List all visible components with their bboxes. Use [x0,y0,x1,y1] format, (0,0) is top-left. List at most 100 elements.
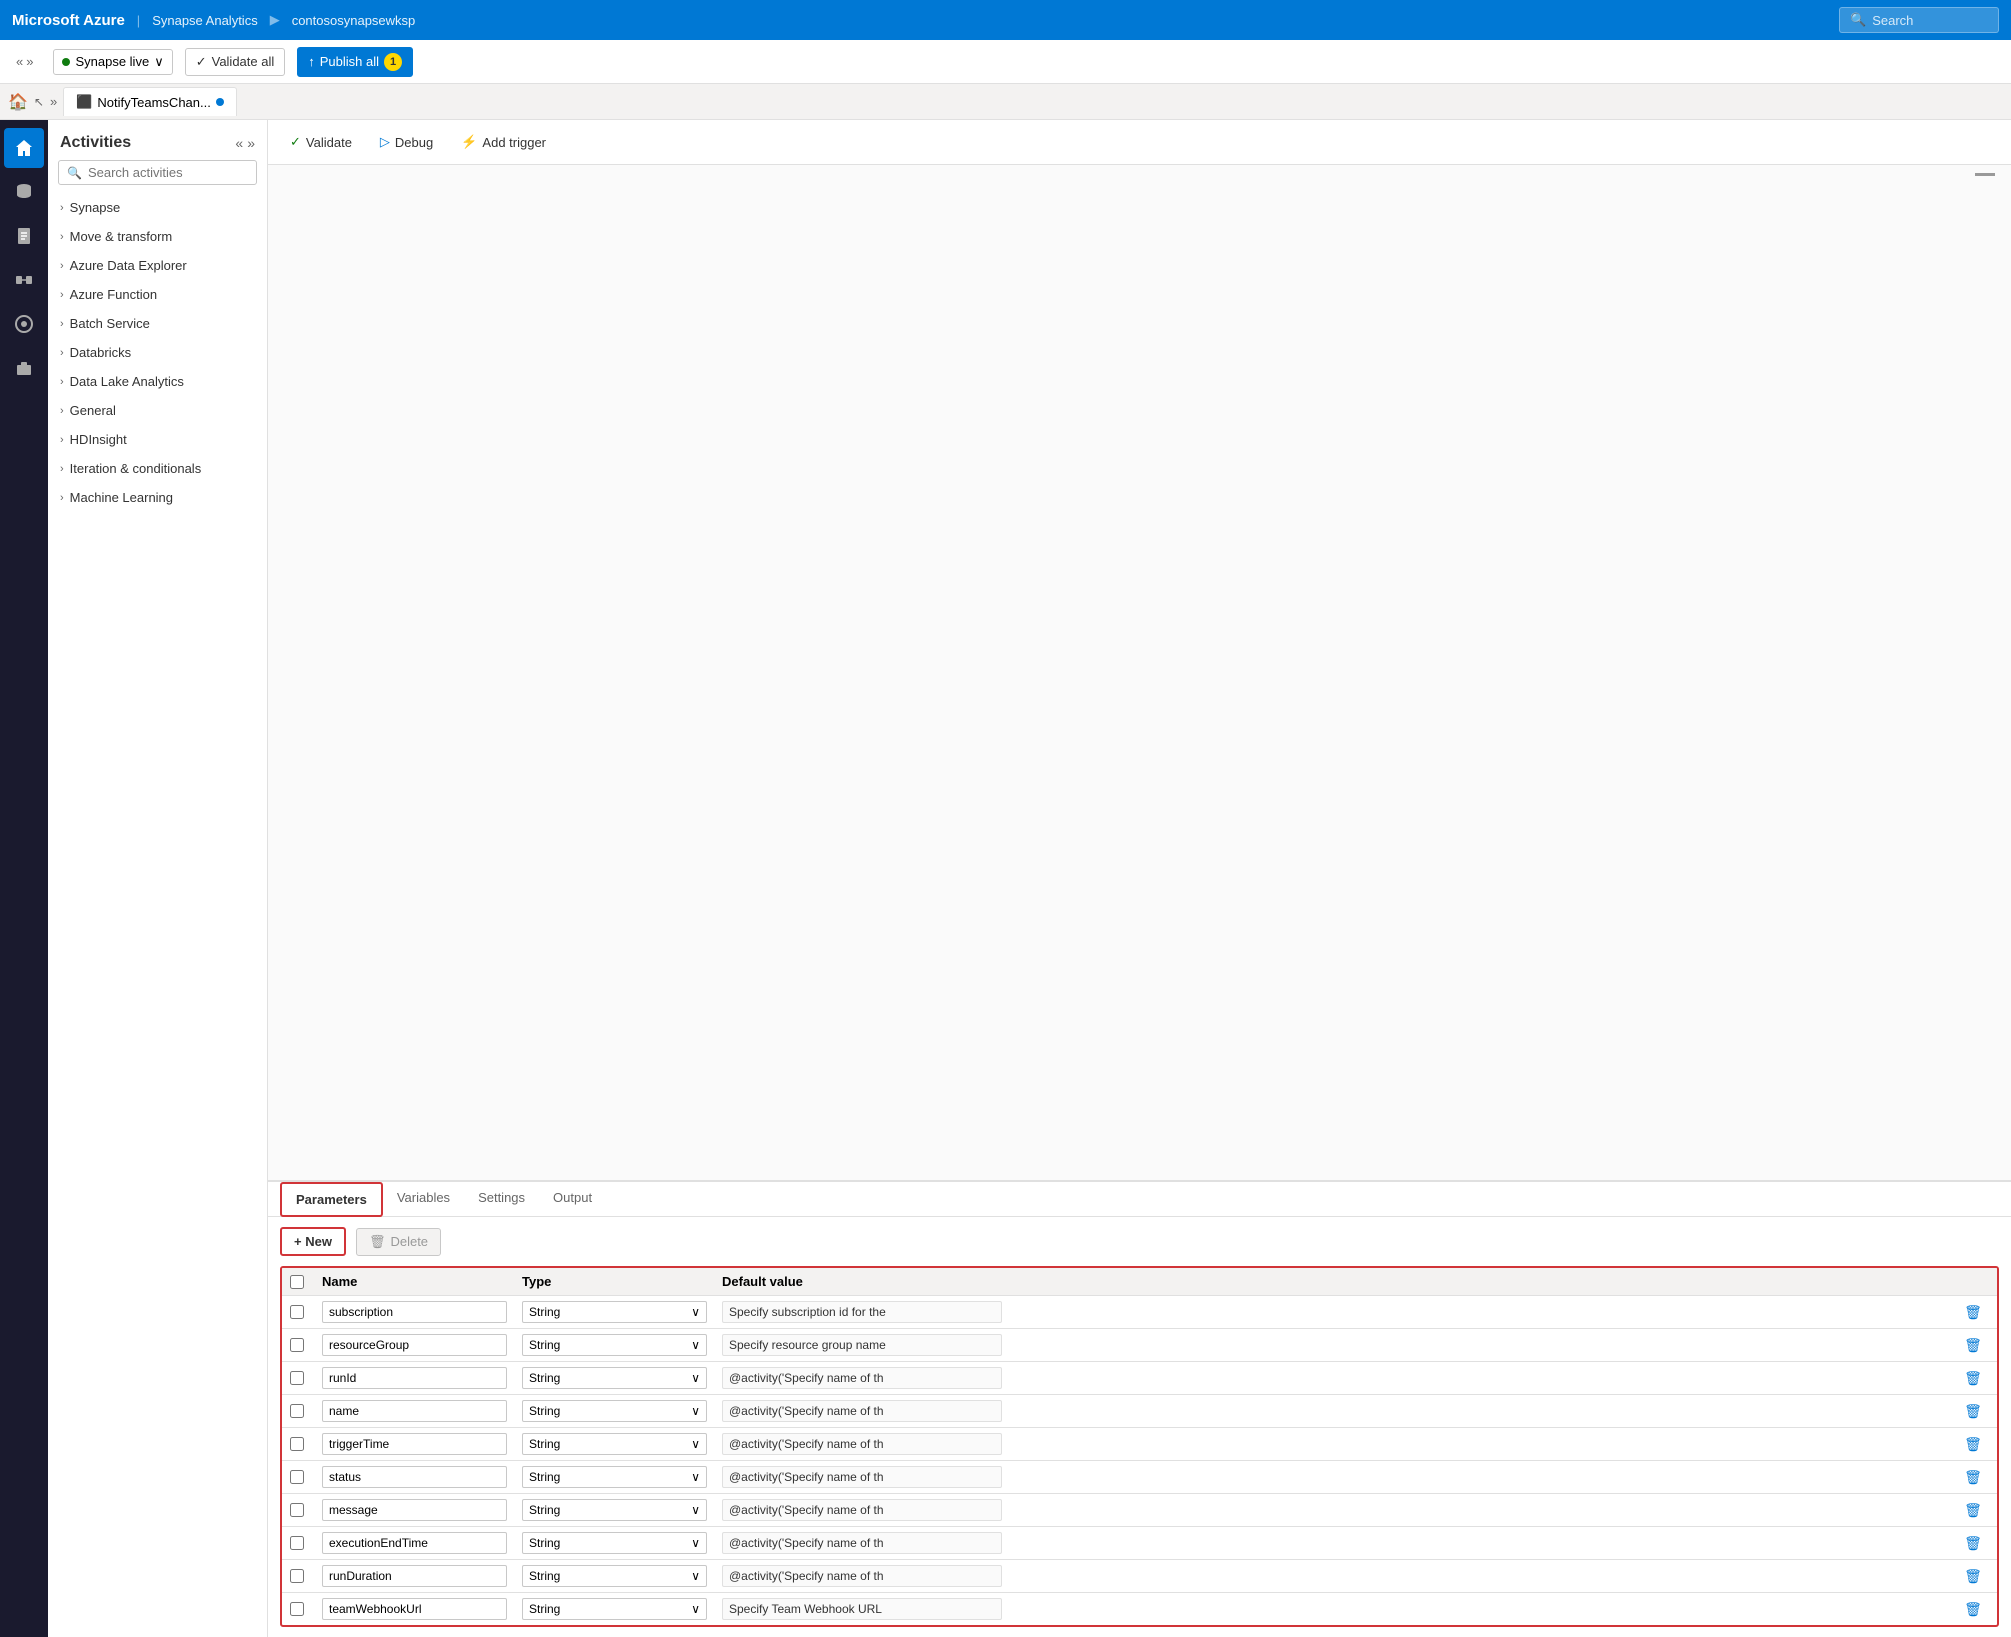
live-indicator [62,58,70,66]
delete-row-button[interactable]: 🗑 [1957,1370,1989,1387]
validate-button[interactable]: ✓ Validate [284,130,358,154]
tab-output[interactable]: Output [539,1182,606,1217]
param-name-input[interactable] [322,1400,507,1422]
activity-group-ml[interactable]: › Machine Learning [48,483,267,512]
param-type-select[interactable]: String ∨ [522,1466,707,1488]
tab-settings[interactable]: Settings [464,1182,539,1217]
param-default-value[interactable]: Specify resource group name [722,1334,1002,1356]
delete-parameter-button[interactable]: 🗑 Delete [356,1228,441,1256]
row-checkbox[interactable] [290,1404,304,1418]
sidebar-home-button[interactable] [4,128,44,168]
collapse-icon[interactable]: « » [12,54,37,69]
activities-collapse-button[interactable]: « [235,135,243,151]
param-type-select[interactable]: String ∨ [522,1499,707,1521]
validate-all-label: Validate all [212,54,275,69]
activity-group-move[interactable]: › Move & transform [48,222,267,251]
param-name-input[interactable] [322,1565,507,1587]
param-default-value[interactable]: @activity('Specify name of th [722,1499,1002,1521]
row-checkbox[interactable] [290,1305,304,1319]
param-type-select[interactable]: String ∨ [522,1301,707,1323]
home-icon-tab[interactable]: 🏠 [8,92,28,112]
param-default-value[interactable]: @activity('Specify name of th [722,1532,1002,1554]
minimize-bar[interactable] [1975,173,1995,176]
delete-row-button[interactable]: 🗑 [1957,1469,1989,1486]
sidebar-doc-button[interactable] [4,216,44,256]
activity-group-batch[interactable]: › Batch Service [48,309,267,338]
select-all-checkbox[interactable] [290,1275,304,1289]
param-default-value[interactable]: @activity('Specify name of th [722,1367,1002,1389]
param-type-select[interactable]: String ∨ [522,1433,707,1455]
search-input[interactable] [88,165,248,180]
sidebar-monitor-button[interactable] [4,304,44,344]
tab-variables[interactable]: Variables [383,1182,464,1217]
tab-parameters[interactable]: Parameters [280,1182,383,1217]
param-default-value[interactable]: @activity('Specify name of th [722,1433,1002,1455]
param-type-select[interactable]: String ∨ [522,1565,707,1587]
chevron-down-icon: ∨ [691,1602,700,1616]
param-name-input[interactable] [322,1334,507,1356]
breadcrumb-workspace[interactable]: contososynapsewksp [292,13,416,28]
activity-group-datalake[interactable]: › Data Lake Analytics [48,367,267,396]
param-name-input[interactable] [322,1532,507,1554]
delete-row-button[interactable]: 🗑 [1957,1337,1989,1354]
param-name-input[interactable] [322,1598,507,1620]
table-row: String ∨ @activity('Specify name of th 🗑 [282,1362,1997,1395]
delete-row-button[interactable]: 🗑 [1957,1502,1989,1519]
tab-notifyteams[interactable]: ⬛ NotifyTeamsChan... [63,87,237,116]
activities-expand-button[interactable]: » [247,135,255,151]
activity-group-hdinsight[interactable]: › HDInsight [48,425,267,454]
global-search[interactable]: 🔍 Search [1839,7,1999,33]
param-default-value[interactable]: Specify subscription id for the [722,1301,1002,1323]
activity-group-data-explorer[interactable]: › Azure Data Explorer [48,251,267,280]
activity-group-databricks[interactable]: › Databricks [48,338,267,367]
activity-group-azure-function[interactable]: › Azure Function [48,280,267,309]
activity-group-general[interactable]: › General [48,396,267,425]
row-checkbox[interactable] [290,1437,304,1451]
canvas-area[interactable] [268,165,2011,1180]
param-name-input[interactable] [322,1301,507,1323]
param-type-select[interactable]: String ∨ [522,1400,707,1422]
sidebar-pipeline-button[interactable] [4,260,44,300]
param-type-select[interactable]: String ∨ [522,1367,707,1389]
row-checkbox[interactable] [290,1371,304,1385]
row-checkbox[interactable] [290,1602,304,1616]
delete-row-button[interactable]: 🗑 [1957,1568,1989,1585]
new-parameter-button[interactable]: + New [280,1227,346,1256]
param-name-input[interactable] [322,1367,507,1389]
param-default-value[interactable]: @activity('Specify name of th [722,1565,1002,1587]
synapse-live-selector[interactable]: Synapse live ∨ [53,49,172,75]
delete-row-button[interactable]: 🗑 [1957,1403,1989,1420]
debug-button[interactable]: ▷ Debug [374,130,439,154]
row-checkbox[interactable] [290,1503,304,1517]
sidebar-manage-button[interactable] [4,348,44,388]
delete-row-button[interactable]: 🗑 [1957,1601,1989,1618]
validate-all-button[interactable]: ✓ Validate all [185,48,286,76]
param-name-input[interactable] [322,1433,507,1455]
breadcrumb-synapse[interactable]: Synapse Analytics [152,13,258,28]
activities-search-box[interactable]: 🔍 [58,160,257,185]
activities-title: Activities [60,134,131,152]
param-default-value[interactable]: @activity('Specify name of th [722,1400,1002,1422]
delete-row-button[interactable]: 🗑 [1957,1304,1989,1321]
param-type-select[interactable]: String ∨ [522,1532,707,1554]
chevron-down-icon: ∨ [691,1536,700,1550]
activity-group-synapse[interactable]: › Synapse [48,193,267,222]
row-checkbox[interactable] [290,1536,304,1550]
delete-row-button[interactable]: 🗑 [1957,1436,1989,1453]
sidebar-database-button[interactable] [4,172,44,212]
row-checkbox[interactable] [290,1470,304,1484]
delete-row-button[interactable]: 🗑 [1957,1535,1989,1552]
param-name-input[interactable] [322,1499,507,1521]
activity-group-iteration[interactable]: › Iteration & conditionals [48,454,267,483]
param-type-select[interactable]: String ∨ [522,1598,707,1620]
param-name-input[interactable] [322,1466,507,1488]
row-checkbox[interactable] [290,1338,304,1352]
param-type-select[interactable]: String ∨ [522,1334,707,1356]
param-default-value[interactable]: Specify Team Webhook URL [722,1598,1002,1620]
add-trigger-button[interactable]: ⚡ Add trigger [455,130,552,154]
expand-icon[interactable]: » [50,94,57,109]
search-placeholder: Search [1872,13,1913,28]
row-checkbox[interactable] [290,1569,304,1583]
param-default-value[interactable]: @activity('Specify name of th [722,1466,1002,1488]
publish-all-button[interactable]: ↑ Publish all 1 [297,47,413,77]
